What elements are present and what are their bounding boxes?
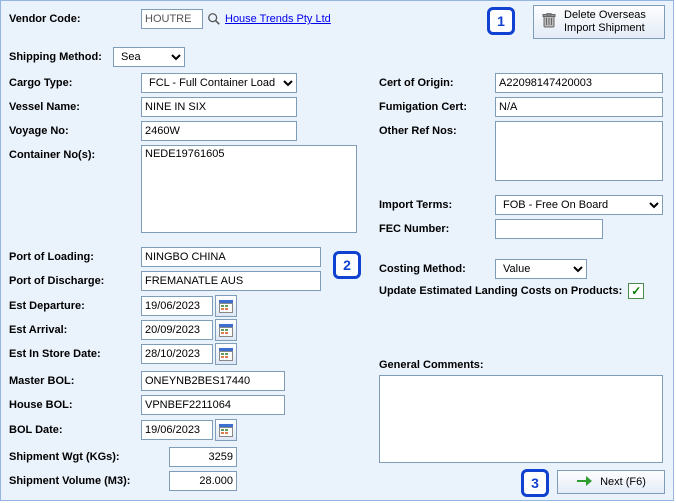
calendar-icon bbox=[219, 424, 233, 437]
delete-shipment-button[interactable]: Delete Overseas Import Shipment bbox=[533, 5, 665, 39]
fumigation-label: Fumigation Cert: bbox=[379, 101, 495, 113]
master-bol-label: Master BOL: bbox=[9, 375, 141, 387]
import-terms-label: Import Terms: bbox=[379, 199, 495, 211]
shipment-vol-input[interactable] bbox=[169, 471, 237, 491]
calendar-icon bbox=[219, 324, 233, 337]
other-ref-textarea[interactable] bbox=[495, 121, 663, 181]
arrow-right-icon bbox=[576, 475, 592, 490]
est-instore-label: Est In Store Date: bbox=[9, 348, 141, 360]
calendar-icon bbox=[219, 300, 233, 313]
cert-origin-label: Cert of Origin: bbox=[379, 77, 495, 89]
bol-date-input[interactable] bbox=[141, 420, 213, 440]
shipment-wgt-label: Shipment Wgt (KGs): bbox=[9, 451, 169, 463]
calendar-button[interactable] bbox=[215, 419, 237, 441]
next-button-label: Next (F6) bbox=[600, 476, 646, 489]
voyage-no-input[interactable] bbox=[141, 121, 297, 141]
cargo-type-label: Cargo Type: bbox=[9, 77, 141, 89]
other-ref-label: Other Ref Nos: bbox=[379, 121, 495, 137]
port-loading-input[interactable] bbox=[141, 247, 321, 267]
est-arrival-label: Est Arrival: bbox=[9, 324, 141, 336]
update-estimated-checkbox[interactable]: ✓ bbox=[628, 283, 644, 299]
calendar-button[interactable] bbox=[215, 319, 237, 341]
callout-3: 3 bbox=[521, 469, 549, 497]
fec-number-label: FEC Number: bbox=[379, 223, 495, 235]
update-estimated-label: Update Estimated Landing Costs on Produc… bbox=[379, 285, 622, 297]
vessel-name-input[interactable] bbox=[141, 97, 297, 117]
est-arrival-input[interactable] bbox=[141, 320, 213, 340]
shipment-wgt-input[interactable] bbox=[169, 447, 237, 467]
shipping-method-label: Shipping Method: bbox=[9, 51, 113, 63]
est-instore-input[interactable] bbox=[141, 344, 213, 364]
calendar-button[interactable] bbox=[215, 295, 237, 317]
callout-1: 1 bbox=[487, 7, 515, 35]
shipment-vol-label: Shipment Volume (M3): bbox=[9, 475, 169, 487]
costing-method-label: Costing Method: bbox=[379, 263, 495, 275]
general-comments-label: General Comments: bbox=[379, 359, 484, 371]
vendor-code-input[interactable] bbox=[141, 9, 203, 29]
est-departure-input[interactable] bbox=[141, 296, 213, 316]
trash-icon bbox=[542, 13, 556, 32]
delete-button-label: Delete Overseas Import Shipment bbox=[564, 9, 646, 35]
house-bol-input[interactable] bbox=[141, 395, 285, 415]
general-comments-textarea[interactable] bbox=[379, 375, 663, 463]
cargo-type-select[interactable]: FCL - Full Container Load bbox=[141, 73, 297, 93]
container-nos-label: Container No(s): bbox=[9, 145, 141, 161]
port-loading-label: Port of Loading: bbox=[9, 251, 141, 263]
calendar-icon bbox=[219, 348, 233, 361]
house-bol-label: House BOL: bbox=[9, 399, 141, 411]
port-discharge-label: Port of Discharge: bbox=[9, 275, 141, 287]
bol-date-label: BOL Date: bbox=[9, 424, 141, 436]
master-bol-input[interactable] bbox=[141, 371, 285, 391]
voyage-no-label: Voyage No: bbox=[9, 125, 141, 137]
shipment-form-panel: Vendor Code: House Trends Pty Ltd Delete… bbox=[0, 0, 674, 501]
costing-method-select[interactable]: Value bbox=[495, 259, 587, 279]
fumigation-input[interactable] bbox=[495, 97, 663, 117]
shipping-method-select[interactable]: Sea bbox=[113, 47, 185, 67]
next-button[interactable]: Next (F6) bbox=[557, 470, 665, 494]
calendar-button[interactable] bbox=[215, 343, 237, 365]
vendor-code-label: Vendor Code: bbox=[9, 13, 141, 25]
import-terms-select[interactable]: FOB - Free On Board bbox=[495, 195, 663, 215]
cert-origin-input[interactable] bbox=[495, 73, 663, 93]
port-discharge-input[interactable] bbox=[141, 271, 321, 291]
vessel-name-label: Vessel Name: bbox=[9, 101, 141, 113]
container-nos-textarea[interactable]: NEDE19761605 bbox=[141, 145, 357, 233]
fec-number-input[interactable] bbox=[495, 219, 603, 239]
est-departure-label: Est Departure: bbox=[9, 300, 141, 312]
lookup-icon[interactable] bbox=[207, 12, 221, 26]
vendor-link[interactable]: House Trends Pty Ltd bbox=[225, 13, 331, 25]
callout-2: 2 bbox=[333, 251, 361, 279]
